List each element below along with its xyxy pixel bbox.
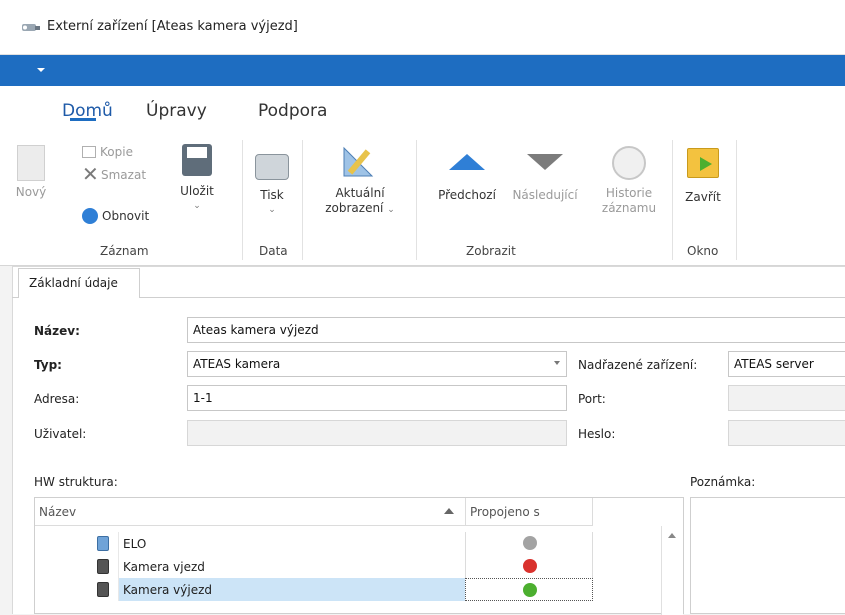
window-title: Externí zařízení [Ateas kamera výjezd]	[47, 19, 298, 34]
triangle-down-icon	[527, 154, 563, 170]
table-row[interactable]: Kamera výjezd	[35, 578, 593, 601]
user-label: Uživatel:	[34, 427, 87, 441]
address-label: Adresa:	[34, 392, 80, 406]
hw-structure-grid: Název Propojeno s ELO Kamera vjezd Kamer…	[34, 497, 684, 615]
parent-device-field[interactable]: ATEAS server	[728, 351, 845, 377]
triangle-up-icon	[449, 154, 485, 170]
name-label: Název:	[34, 324, 80, 338]
refresh-button[interactable]: Obnovit	[82, 208, 149, 224]
separator	[242, 140, 243, 260]
quick-access-dropdown-icon[interactable]	[37, 68, 45, 72]
status-error-icon	[523, 559, 537, 573]
dropdown-arrow-icon[interactable]	[554, 361, 560, 365]
printer-icon	[255, 154, 289, 180]
grid-header: Název Propojeno s	[35, 498, 593, 526]
active-tab-indicator	[70, 118, 96, 121]
title-bar: Externí zařízení [Ateas kamera výjezd]	[0, 0, 845, 55]
status-disconnected-icon	[523, 536, 537, 550]
separator	[736, 140, 737, 260]
tab-zakladni-udaje[interactable]: Základní údaje	[18, 268, 140, 298]
chevron-down-icon: ⌄	[268, 205, 276, 215]
group-label-zaznam: Záznam	[100, 244, 149, 258]
separator	[416, 140, 417, 260]
port-label: Port:	[578, 392, 606, 406]
status-ok-icon	[523, 583, 537, 597]
current-view-button[interactable]: Aktuální zobrazení ⌄	[320, 142, 400, 218]
password-label: Heslo:	[578, 427, 616, 441]
clock-icon	[612, 146, 646, 180]
folder-exit-icon	[687, 148, 719, 178]
elo-device-icon	[97, 536, 109, 551]
password-field[interactable]	[728, 420, 845, 446]
ribbon-tabs: Domů Úpravy Podpora	[0, 86, 845, 128]
note-textarea[interactable]	[690, 497, 845, 614]
camera-app-icon	[22, 24, 40, 31]
group-label-data: Data	[259, 244, 288, 258]
separator	[672, 140, 673, 260]
copy-icon	[82, 146, 96, 158]
quick-access-toolbar	[0, 55, 845, 86]
print-button[interactable]: Tisk ⌄	[254, 142, 290, 218]
history-button[interactable]: Historie záznamu	[596, 142, 662, 216]
column-header-name[interactable]: Název	[39, 505, 76, 519]
table-row[interactable]: ELO	[35, 532, 593, 555]
grid-scrollbar[interactable]	[661, 526, 683, 615]
camera-device-icon	[97, 582, 109, 597]
type-label: Typ:	[34, 358, 62, 372]
group-label-zobrazit: Zobrazit	[466, 244, 516, 258]
group-label-okno: Okno	[687, 244, 719, 258]
table-row[interactable]: Kamera vjezd	[35, 555, 593, 578]
tab-upravy[interactable]: Úpravy	[146, 101, 207, 121]
copy-button[interactable]: Kopie	[82, 145, 133, 160]
new-document-icon	[17, 145, 45, 181]
pencil-ruler-icon	[343, 146, 374, 177]
note-label: Poznámka:	[690, 475, 756, 489]
address-field[interactable]: 1-1	[187, 385, 567, 411]
user-field[interactable]	[187, 420, 567, 446]
close-button[interactable]: Zavřít	[680, 142, 726, 205]
previous-button[interactable]: Předchozí	[432, 142, 502, 203]
name-field[interactable]: Ateas kamera výjezd	[187, 317, 845, 343]
hw-structure-label: HW struktura:	[34, 475, 118, 489]
sort-ascending-icon	[444, 508, 454, 514]
next-button[interactable]: Následující	[506, 142, 584, 203]
type-select[interactable]: ATEAS kamera	[187, 351, 567, 377]
parent-device-label: Nadřazené zařízení:	[578, 358, 698, 372]
save-button[interactable]: Uložit ⌄	[180, 142, 214, 214]
refresh-icon	[82, 208, 98, 224]
port-field[interactable]	[728, 385, 845, 411]
new-button[interactable]: Nový	[14, 142, 48, 200]
column-header-linked[interactable]: Propojeno s	[465, 498, 593, 526]
scroll-up-icon[interactable]	[668, 533, 676, 538]
save-disk-icon	[182, 144, 212, 176]
tab-podpora[interactable]: Podpora	[258, 101, 327, 121]
delete-button[interactable]: ✕ Smazat	[82, 162, 146, 186]
camera-device-icon	[97, 559, 109, 574]
separator	[302, 140, 303, 260]
delete-x-icon: ✕	[82, 162, 99, 186]
chevron-down-icon: ⌄	[193, 201, 201, 211]
chevron-down-icon: ⌄	[387, 205, 395, 215]
